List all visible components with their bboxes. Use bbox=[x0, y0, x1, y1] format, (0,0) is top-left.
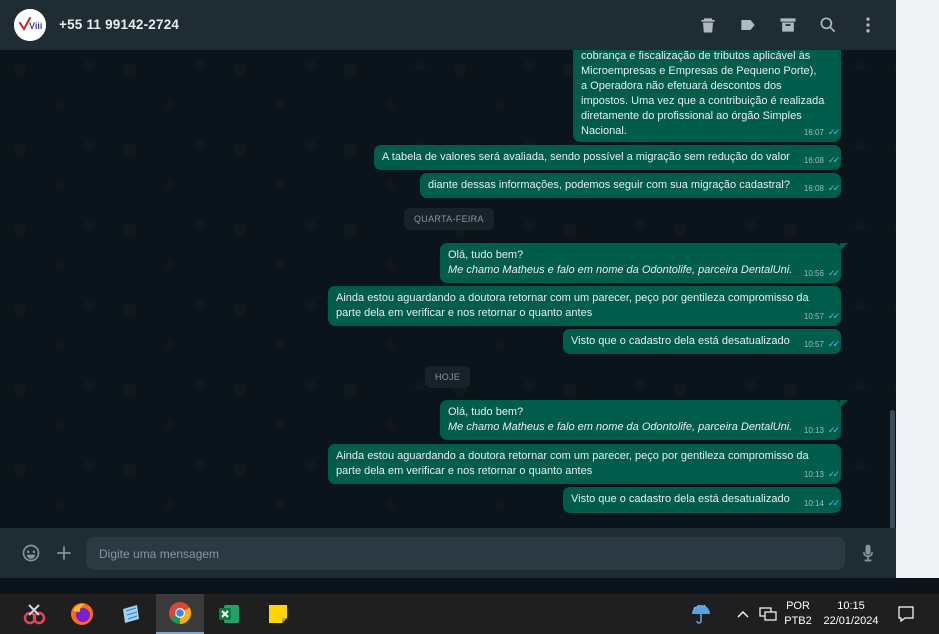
message-text: Visto que o cadastro dela está desatuali… bbox=[571, 335, 790, 347]
read-ticks-icon: ✓✓ bbox=[827, 339, 840, 349]
message-bubble[interactable]: Visto que o cadastro dela está desatuali… bbox=[563, 329, 841, 354]
message-text: Visto que o cadastro dela está desatuali… bbox=[571, 493, 790, 505]
chat-header: Viii +55 11 99142-2724 bbox=[0, 0, 896, 50]
message-text: A tabela de valores será avaliada, sendo… bbox=[382, 151, 790, 163]
message-time: 16:08 bbox=[803, 184, 824, 193]
keyboard-layout-label: PTB2 bbox=[784, 615, 812, 627]
message-text: Microempresas e Empresas de Pequeno Port… bbox=[581, 65, 817, 77]
message-time: 10:57 bbox=[803, 340, 824, 349]
message-bubble[interactable]: Olá, tudo bem? Me chamo Matheus e falo e… bbox=[440, 243, 848, 283]
day-separator: QUARTA-FEIRA bbox=[404, 208, 494, 230]
read-ticks-icon: ✓✓ bbox=[827, 311, 840, 321]
message-bubble[interactable]: Visto que o cadastro dela está desatuali… bbox=[563, 487, 841, 513]
message-meta: 10:14 ✓✓ bbox=[803, 496, 840, 511]
message-time: 10:57 bbox=[803, 312, 824, 321]
snipping-tool-icon[interactable] bbox=[10, 594, 58, 634]
window-bottom-edge bbox=[0, 578, 939, 594]
weather-umbrella-icon[interactable] bbox=[688, 594, 714, 634]
kebab-menu-icon[interactable] bbox=[857, 14, 879, 36]
trash-icon[interactable] bbox=[697, 14, 719, 36]
read-ticks-icon: ✓✓ bbox=[827, 183, 840, 193]
message-time: 16:07 bbox=[803, 128, 824, 137]
notepad-icon[interactable] bbox=[106, 594, 154, 634]
message-text: Ainda estou aguardando a doutora retorna… bbox=[336, 450, 809, 462]
message-text: parte dela em verificar e nos retornar o… bbox=[336, 465, 593, 477]
composer-bar: Digite uma mensagem bbox=[0, 528, 896, 578]
message-time: 10:13 bbox=[803, 470, 824, 479]
chrome-icon[interactable] bbox=[156, 594, 204, 634]
message-text: Me chamo Matheus e falo em nome da Odont… bbox=[448, 421, 793, 433]
message-bubble[interactable]: Olá, tudo bem? Me chamo Matheus e falo e… bbox=[440, 400, 848, 440]
day-separator: HOJE bbox=[425, 366, 471, 388]
chevron-up-icon[interactable] bbox=[735, 594, 751, 634]
attach-plus-icon[interactable] bbox=[54, 543, 74, 563]
windows-taskbar: POR PTB2 10:15 22/01/2024 bbox=[0, 594, 939, 634]
excel-icon[interactable] bbox=[205, 594, 253, 634]
read-ticks-icon: ✓✓ bbox=[827, 268, 840, 278]
message-time: 10:14 bbox=[803, 499, 824, 508]
contact-name[interactable]: +55 11 99142-2724 bbox=[59, 17, 179, 32]
message-text: Nacional. bbox=[581, 125, 627, 137]
contact-avatar[interactable]: Viii bbox=[14, 9, 46, 41]
notification-center-icon[interactable] bbox=[893, 594, 919, 634]
search-icon[interactable] bbox=[817, 14, 839, 36]
clock-date: 22/01/2024 bbox=[823, 615, 879, 627]
read-ticks-icon: ✓✓ bbox=[827, 127, 840, 137]
message-time: 10:13 bbox=[803, 426, 824, 435]
network-icon[interactable] bbox=[758, 594, 778, 634]
message-input[interactable]: Digite uma mensagem bbox=[86, 537, 845, 570]
message-text: Olá, tudo bem? bbox=[448, 249, 524, 261]
message-text: cobrança e fiscalização de tributos apli… bbox=[581, 50, 811, 62]
read-ticks-icon: ✓✓ bbox=[827, 425, 840, 435]
message-meta: 10:57 ✓✓ bbox=[803, 309, 840, 324]
firefox-icon[interactable] bbox=[58, 594, 106, 634]
message-time: 10:56 bbox=[803, 269, 824, 278]
sticky-notes-icon[interactable] bbox=[254, 594, 302, 634]
microphone-icon[interactable] bbox=[858, 543, 878, 563]
read-ticks-icon: ✓✓ bbox=[827, 469, 840, 479]
message-meta: 10:57 ✓✓ bbox=[803, 337, 840, 352]
message-meta: 10:13 ✓✓ bbox=[803, 467, 840, 482]
message-meta: 10:56 ✓✓ bbox=[803, 266, 840, 281]
label-icon[interactable] bbox=[737, 14, 759, 36]
clock-time: 10:15 bbox=[837, 600, 865, 612]
message-text: Me chamo Matheus e falo em nome da Odont… bbox=[448, 264, 793, 276]
emoji-icon[interactable] bbox=[21, 543, 41, 563]
read-ticks-icon: ✓✓ bbox=[827, 498, 840, 508]
message-list[interactable]: cobrança e fiscalização de tributos apli… bbox=[0, 50, 896, 528]
message-bubble[interactable]: diante dessas informações, podemos segui… bbox=[420, 173, 841, 198]
message-text: Olá, tudo bem? bbox=[448, 406, 524, 418]
chat-scrollbar[interactable] bbox=[890, 410, 895, 528]
message-bubble[interactable]: A tabela de valores será avaliada, sendo… bbox=[374, 145, 841, 170]
message-bubble[interactable]: cobrança e fiscalização de tributos apli… bbox=[573, 50, 841, 142]
archive-icon[interactable] bbox=[777, 14, 799, 36]
message-text: parte dela em verificar e nos retornar o… bbox=[336, 307, 593, 319]
message-meta: 16:08 ✓✓ bbox=[803, 181, 840, 196]
whatsapp-web-window: Viii +55 11 99142-2724 cobrança e fiscal… bbox=[0, 0, 939, 634]
message-text: impostos. Uma vez que a contribuição é r… bbox=[581, 95, 825, 107]
message-bubble[interactable]: Ainda estou aguardando a doutora retorna… bbox=[328, 286, 841, 326]
message-bubble[interactable]: Ainda estou aguardando a doutora retorna… bbox=[328, 444, 841, 484]
message-text: diante dessas informações, podemos segui… bbox=[428, 179, 790, 191]
message-meta: 16:07 ✓✓ bbox=[803, 125, 840, 140]
input-language-indicator[interactable]: POR PTB2 bbox=[781, 594, 815, 634]
language-label: POR bbox=[786, 600, 810, 612]
read-ticks-icon: ✓✓ bbox=[827, 155, 840, 165]
system-clock[interactable]: 10:15 22/01/2024 bbox=[818, 594, 884, 634]
message-time: 16:08 bbox=[803, 156, 824, 165]
message-text: Ainda estou aguardando a doutora retorna… bbox=[336, 292, 809, 304]
window-margin bbox=[896, 0, 939, 594]
message-meta: 16:08 ✓✓ bbox=[803, 153, 840, 168]
message-text: diretamente do profissional ao órgão Sim… bbox=[581, 110, 802, 122]
svg-text:Viii: Viii bbox=[29, 21, 42, 31]
message-text: a Operadora não efetuará descontos dos bbox=[581, 80, 782, 92]
message-meta: 10:13 ✓✓ bbox=[803, 423, 840, 438]
